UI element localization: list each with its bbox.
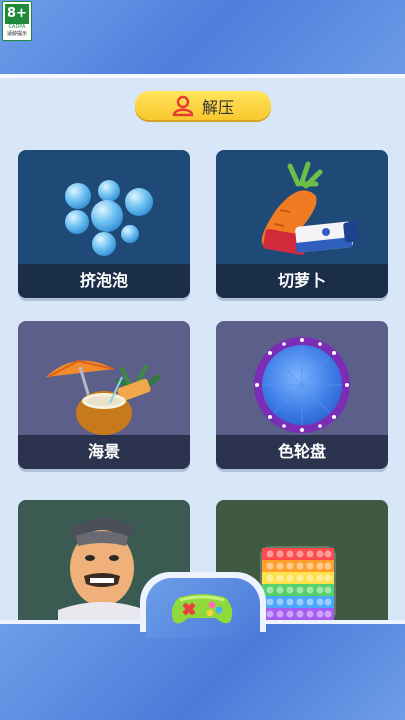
card-label: 海景 <box>18 435 190 469</box>
card-label: 挤泡泡 <box>18 264 190 298</box>
card-seascape[interactable]: 海景 <box>18 321 190 469</box>
card-label: 切萝卜 <box>216 264 388 298</box>
age-rating-number: 8+ <box>5 4 29 24</box>
card-label: 色轮盘 <box>216 435 388 469</box>
age-rating-badge: 8+ CADPA 适龄提示 <box>2 1 32 41</box>
gamepad-icon[interactable] <box>168 588 236 628</box>
card-squeeze-bubbles[interactable]: 挤泡泡 <box>18 150 190 298</box>
top-divider <box>0 74 405 78</box>
bottom-tab-bar <box>0 624 405 720</box>
age-rating-note: 适龄提示 <box>6 31 27 37</box>
age-rating-org: CADPA <box>8 24 26 30</box>
section-title: 解压 <box>201 97 234 117</box>
card-color-wheel[interactable]: 色轮盘 <box>216 321 388 469</box>
section-title-pill[interactable]: 解压 <box>135 91 271 120</box>
top-banner <box>0 0 405 74</box>
card-cut-carrot[interactable]: 切萝卜 <box>216 150 388 298</box>
user-icon <box>172 95 194 116</box>
